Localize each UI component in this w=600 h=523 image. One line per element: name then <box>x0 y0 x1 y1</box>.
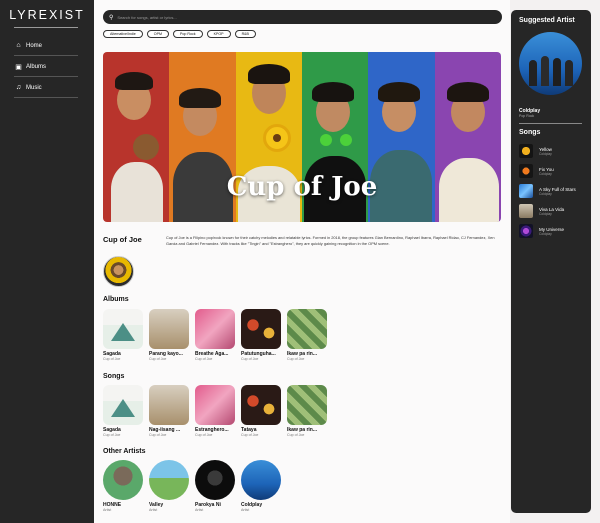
song-art <box>103 385 143 425</box>
song-thumbnail <box>519 204 533 218</box>
suggested-artist-photo[interactable] <box>519 32 582 95</box>
artist-card-role: Artist <box>149 508 158 512</box>
album-artist: Cup of Joe <box>103 357 121 361</box>
right-panel: Suggested Artist Coldplay Pop Rock Songs… <box>511 10 591 513</box>
nav-label: Home <box>26 42 43 49</box>
song-tile[interactable]: Tataya Cup of Joe <box>241 385 281 437</box>
song-thumbnail <box>519 184 533 198</box>
song-art <box>241 385 281 425</box>
other-artist-card[interactable]: HONNE Artist <box>103 460 143 512</box>
search-icon: ⚲ <box>109 14 114 21</box>
songs-heading: Songs <box>103 373 125 380</box>
song-artist: Cup of Joe <box>195 433 213 437</box>
artist-banner: Cup of Joe <box>103 52 501 222</box>
artist-name: Cup of Joe <box>103 235 142 244</box>
song-art <box>287 385 327 425</box>
artist-photo <box>195 460 235 500</box>
song-tile[interactable]: Ikaw pa rin... Cup of Joe <box>287 385 327 437</box>
song-artist: Coldplay <box>539 171 552 176</box>
artist-card-role: Artist <box>241 508 250 512</box>
song-artist: Coldplay <box>539 191 552 196</box>
album-artist: Cup of Joe <box>287 357 305 361</box>
album-art <box>287 309 327 349</box>
logo-divider <box>14 27 78 28</box>
app-logo[interactable]: LYREXIST <box>0 8 94 22</box>
suggested-song-item[interactable]: Viva La Vida Coldplay <box>519 203 585 219</box>
genre-chip[interactable]: OPM <box>146 30 169 38</box>
sunflower-graphic <box>263 124 291 152</box>
song-title: Fix You <box>539 166 554 172</box>
album-tile[interactable]: Patutunguha... Cup of Joe <box>241 309 281 361</box>
suggested-song-item[interactable]: Fix You Coldplay <box>519 163 585 179</box>
left-sidebar: LYREXIST ⌂ Home ▣ Albums ♫ Music <box>0 0 94 523</box>
album-tile[interactable]: Ikaw pa rin... Cup of Joe <box>287 309 327 361</box>
artist-card-role: Artist <box>195 508 204 512</box>
artist-photo <box>241 460 281 500</box>
song-tile[interactable]: Sagada Cup of Joe <box>103 385 143 437</box>
artist-photo <box>149 460 189 500</box>
album-artist: Cup of Joe <box>241 357 259 361</box>
genre-chip[interactable]: Alternative/Indie <box>103 30 143 38</box>
artist-avatar <box>103 256 134 287</box>
other-artist-card[interactable]: Parokya Ni Artist <box>195 460 235 512</box>
other-artist-card[interactable]: Coldplay Artist <box>241 460 281 512</box>
nav-item-music[interactable]: ♫ Music <box>14 78 78 98</box>
album-tile[interactable]: Sagada Cup of Joe <box>103 309 143 361</box>
song-artist: Coldplay <box>539 231 552 236</box>
song-title: A Sky Full of Stars <box>539 186 576 192</box>
album-artist: Cup of Joe <box>195 357 213 361</box>
nav-label: Albums <box>26 63 47 70</box>
music-note-icon: ♫ <box>15 84 22 91</box>
album-artist: Cup of Joe <box>149 357 167 361</box>
album-tile[interactable]: Parang kayo... Cup of Joe <box>149 309 189 361</box>
suggested-song-item[interactable]: Yellow Coldplay <box>519 143 585 159</box>
song-artist: Cup of Joe <box>149 433 167 437</box>
song-artist: Coldplay <box>539 211 552 216</box>
song-artist: Cup of Joe <box>103 433 121 437</box>
song-artist: Cup of Joe <box>241 433 259 437</box>
other-artist-card[interactable]: Valley Artist <box>149 460 189 512</box>
song-title: Viva La Vida <box>539 206 565 212</box>
artist-bio: Cup of Joe is a Filipino pop/rock known … <box>166 235 495 246</box>
song-title: Yellow <box>539 146 552 152</box>
album-art <box>103 309 143 349</box>
song-thumbnail <box>519 144 533 158</box>
nav-label: Music <box>26 84 42 91</box>
suggested-song-item[interactable]: A Sky Full of Stars Coldplay <box>519 183 585 199</box>
genre-chips: Alternative/Indie OPM Pop Rock KPOP R&B <box>103 30 256 38</box>
suggested-artist-genre: Pop Rock <box>519 114 535 118</box>
genre-chip[interactable]: KPOP <box>206 30 231 38</box>
home-icon: ⌂ <box>16 42 21 49</box>
artist-photo <box>103 460 143 500</box>
album-icon: ▣ <box>15 63 22 71</box>
artist-card-role: Artist <box>103 508 112 512</box>
song-artist: Cup of Joe <box>287 433 305 437</box>
song-art <box>149 385 189 425</box>
suggested-song-item[interactable]: My Universe Coldplay <box>519 223 585 239</box>
other-artists-heading: Other Artists <box>103 448 146 455</box>
genre-chip[interactable]: R&B <box>234 30 256 38</box>
nav-item-albums[interactable]: ▣ Albums <box>14 57 78 77</box>
song-thumbnail <box>519 224 533 238</box>
song-tile[interactable]: Estranghero... Cup of Joe <box>195 385 235 437</box>
album-art <box>241 309 281 349</box>
suggested-songs-heading: Songs <box>519 129 541 136</box>
album-tile[interactable]: Breathe Aga... Cup of Joe <box>195 309 235 361</box>
song-artist: Coldplay <box>539 151 552 156</box>
suggested-artist-heading: Suggested Artist <box>519 17 575 24</box>
song-thumbnail <box>519 164 533 178</box>
song-tile[interactable]: Nag-iisang ... Cup of Joe <box>149 385 189 437</box>
search-input[interactable] <box>117 14 478 20</box>
albums-heading: Albums <box>103 296 129 303</box>
song-art <box>195 385 235 425</box>
search-bar[interactable]: ⚲ <box>103 10 502 24</box>
nav-item-home[interactable]: ⌂ Home <box>14 36 78 56</box>
divider <box>519 123 582 124</box>
album-art <box>149 309 189 349</box>
main-content: ⚲ Alternative/Indie OPM Pop Rock KPOP R&… <box>94 0 510 523</box>
album-art <box>195 309 235 349</box>
genre-chip[interactable]: Pop Rock <box>172 30 203 38</box>
banner-title: Cup of Joe <box>226 172 378 202</box>
song-title: My Universe <box>539 226 565 232</box>
